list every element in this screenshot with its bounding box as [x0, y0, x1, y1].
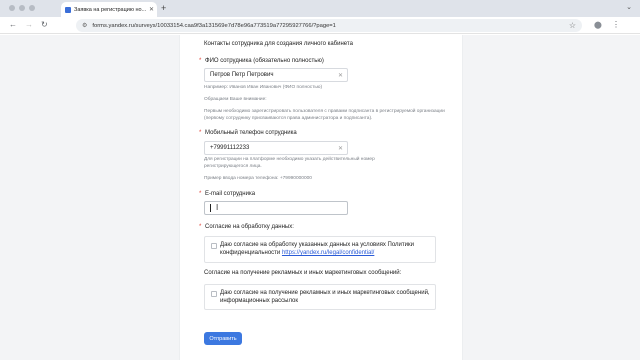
section-title: Контакты сотрудника для создания личного…: [204, 41, 353, 47]
fio-hint-signer: Первым необходимо зарегистрировать польз…: [204, 109, 445, 121]
email-question-label: * E-mail сотрудника: [199, 191, 256, 197]
required-mark: *: [199, 130, 202, 136]
fio-hint-example: Например: Иванов Иван Иванович (ФИО полн…: [204, 85, 323, 90]
address-bar[interactable]: ⚙ forms.yandex.ru/surveys/10033154.caa9f…: [76, 19, 582, 32]
consent-ads-label-text: Согласие на получение рекламных и иных м…: [204, 270, 402, 276]
consent-ads-checkbox[interactable]: [211, 291, 217, 297]
phone-question-label: * Мобильный телефон сотрудника: [199, 130, 297, 136]
email-input[interactable]: [204, 201, 348, 215]
fio-question-label: * ФИО сотрудника (обязательно полностью): [199, 58, 324, 64]
fio-label-text: ФИО сотрудника (обязательно полностью): [205, 58, 324, 64]
consent-data-text: Даю согласие на обработку указанных данн…: [220, 241, 432, 257]
tab-strip: Заявка на регистрацию но... ✕ + ⌄: [0, 0, 640, 17]
email-label-text: E-mail сотрудника: [205, 191, 256, 197]
profile-icon[interactable]: ⬤: [594, 21, 602, 29]
tab-close-icon[interactable]: ✕: [149, 6, 154, 13]
minimize-window-icon[interactable]: [19, 5, 25, 11]
close-window-icon[interactable]: [9, 5, 15, 11]
consent-data-question-label: * Согласие на обработку данных:: [199, 224, 294, 230]
site-info-icon[interactable]: ⚙: [82, 22, 87, 29]
fio-hint-attention: Обращаем Ваше внимание:: [204, 97, 267, 102]
bookmark-star-icon[interactable]: ☆: [569, 21, 576, 30]
required-mark: *: [199, 191, 202, 197]
consent-ads-text: Даю согласие на получение рекламных и ин…: [220, 290, 430, 304]
phone-value: +79991112233: [210, 145, 250, 151]
phone-hint-example: Пример ввода номера телефона: +799900000…: [204, 176, 312, 181]
text-caret: [210, 204, 211, 212]
forward-arrow-icon[interactable]: →: [25, 20, 33, 30]
consent-data-label-text: Согласие на обработку данных:: [205, 224, 294, 230]
fio-clear-icon[interactable]: ✕: [338, 72, 343, 79]
back-arrow-icon[interactable]: ←: [9, 20, 17, 30]
maximize-window-icon[interactable]: [29, 5, 35, 11]
browser-menu-icon[interactable]: ⋮: [612, 20, 620, 29]
required-mark: *: [199, 58, 202, 64]
new-tab-icon[interactable]: +: [161, 3, 166, 13]
submit-button[interactable]: Отправить: [204, 332, 242, 345]
phone-clear-icon[interactable]: ✕: [338, 145, 343, 152]
browser-toolbar: ← → ↻ ⚙ forms.yandex.ru/surveys/10033154…: [0, 17, 640, 34]
yandex-forms-favicon-icon: [65, 6, 71, 13]
url-text: forms.yandex.ru/surveys/10033154.caa9f3a…: [92, 22, 336, 29]
tab-list-chevron-icon[interactable]: ⌄: [626, 3, 632, 11]
phone-input[interactable]: +79991112233 ✕: [204, 141, 348, 155]
required-mark: *: [199, 224, 202, 230]
reload-icon[interactable]: ↻: [41, 20, 48, 30]
consent-data-checkbox[interactable]: [211, 243, 217, 249]
tab-active[interactable]: Заявка на регистрацию но... ✕: [61, 2, 157, 17]
consent-data-box: Даю согласие на обработку указанных данн…: [204, 236, 436, 263]
fio-input[interactable]: Петров Петр Петрович ✕: [204, 68, 348, 82]
consent-ads-question-label: Согласие на получение рекламных и иных м…: [204, 270, 401, 276]
browser-window: Заявка на регистрацию но... ✕ + ⌄ ← → ↻ …: [0, 0, 640, 360]
phone-hint-valid: Для регистрации на платформе необходимо …: [204, 157, 375, 169]
privacy-policy-link[interactable]: https://yandex.ru/legal/confidential/: [282, 250, 374, 256]
mouse-ibeam-cursor-icon: I: [216, 203, 219, 212]
phone-label-text: Мобильный телефон сотрудника: [205, 130, 297, 136]
fio-value: Петров Петр Петрович: [210, 72, 274, 78]
tab-title: Заявка на регистрацию но...: [74, 6, 146, 13]
consent-ads-box: Даю согласие на получение рекламных и ин…: [204, 284, 436, 310]
